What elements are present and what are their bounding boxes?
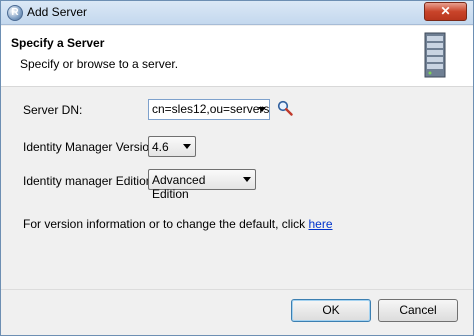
chevron-down-icon[interactable]: [258, 107, 266, 112]
server-icon: [424, 32, 446, 78]
here-link[interactable]: here: [308, 217, 332, 231]
help-message: For version information or to change the…: [23, 217, 309, 231]
server-dn-value: cn=sles12,ou=servers,o=system: [152, 102, 270, 116]
chevron-down-icon: [183, 144, 191, 149]
title-bar: R Add Server ✕: [1, 1, 473, 25]
footer-divider: [1, 289, 473, 290]
window-title: Add Server: [27, 5, 88, 19]
search-icon[interactable]: [277, 100, 293, 116]
chevron-down-icon: [243, 177, 251, 182]
app-icon: R: [7, 5, 23, 21]
add-server-dialog: R Add Server ✕ Specify a Server Specify …: [0, 0, 474, 336]
cancel-button[interactable]: Cancel: [378, 299, 458, 322]
edition-select[interactable]: Advanced Edition: [148, 169, 256, 201]
server-dn-label: Server DN:: [23, 103, 83, 117]
version-select[interactable]: 4.6: [148, 136, 196, 157]
dialog-header: Specify a Server Specify or browse to a …: [1, 26, 473, 87]
version-label: Identity Manager Version:: [23, 140, 160, 154]
header-title: Specify a Server: [11, 36, 105, 50]
server-dn-field[interactable]: cn=sles12,ou=servers,o=system: [148, 99, 270, 120]
header-subtitle: Specify or browse to a server.: [20, 57, 179, 71]
close-button[interactable]: ✕: [424, 2, 467, 21]
help-text: For version information or to change the…: [23, 217, 333, 231]
edition-value: Advanced Edition: [152, 173, 206, 201]
edition-label: Identity manager Edition:: [23, 174, 156, 188]
ok-button[interactable]: OK: [291, 299, 371, 322]
version-value: 4.6: [152, 140, 169, 154]
